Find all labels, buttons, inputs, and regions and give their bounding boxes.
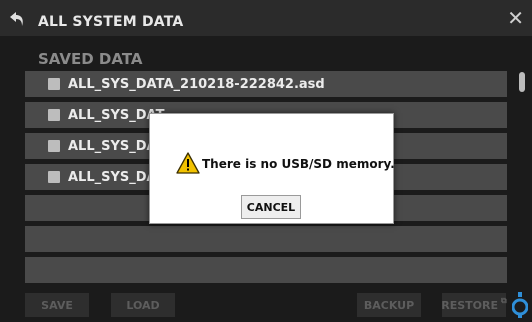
list-item[interactable]: ALL_SYS_DATA_210218-222842.asd	[25, 71, 507, 97]
save-button[interactable]: SAVE	[25, 293, 89, 317]
back-arrow-icon[interactable]	[8, 10, 26, 28]
file-name: ALL_SYS_DATA_210218-222842.asd	[68, 77, 325, 92]
title-bar: ALL SYSTEM DATA ✕	[0, 0, 532, 36]
file-checkbox[interactable]	[48, 171, 60, 183]
section-label: SAVED DATA	[38, 50, 143, 68]
dialog-message: There is no USB/SD memory.	[202, 157, 395, 171]
scrollbar-thumb[interactable]	[519, 72, 525, 92]
encoder-knob-icon[interactable]	[512, 292, 528, 318]
close-icon[interactable]: ✕	[507, 6, 524, 30]
load-button[interactable]: LOAD	[111, 293, 175, 317]
file-checkbox[interactable]	[48, 78, 60, 90]
page-title: ALL SYSTEM DATA	[38, 14, 184, 30]
warning-icon	[176, 152, 200, 174]
file-checkbox[interactable]	[48, 140, 60, 152]
restore-label: RESTORE	[441, 298, 499, 312]
cancel-button[interactable]: CANCEL	[241, 195, 301, 219]
restore-button[interactable]: RESTORE ⧉	[441, 293, 507, 317]
backup-button[interactable]: BACKUP	[357, 293, 421, 317]
alert-dialog: There is no USB/SD memory. CANCEL	[149, 113, 395, 224]
restore-indicator-icon: ⧉	[501, 296, 507, 305]
file-checkbox[interactable]	[48, 109, 60, 121]
list-item-empty[interactable]	[25, 226, 507, 252]
list-item-empty[interactable]	[25, 257, 507, 283]
